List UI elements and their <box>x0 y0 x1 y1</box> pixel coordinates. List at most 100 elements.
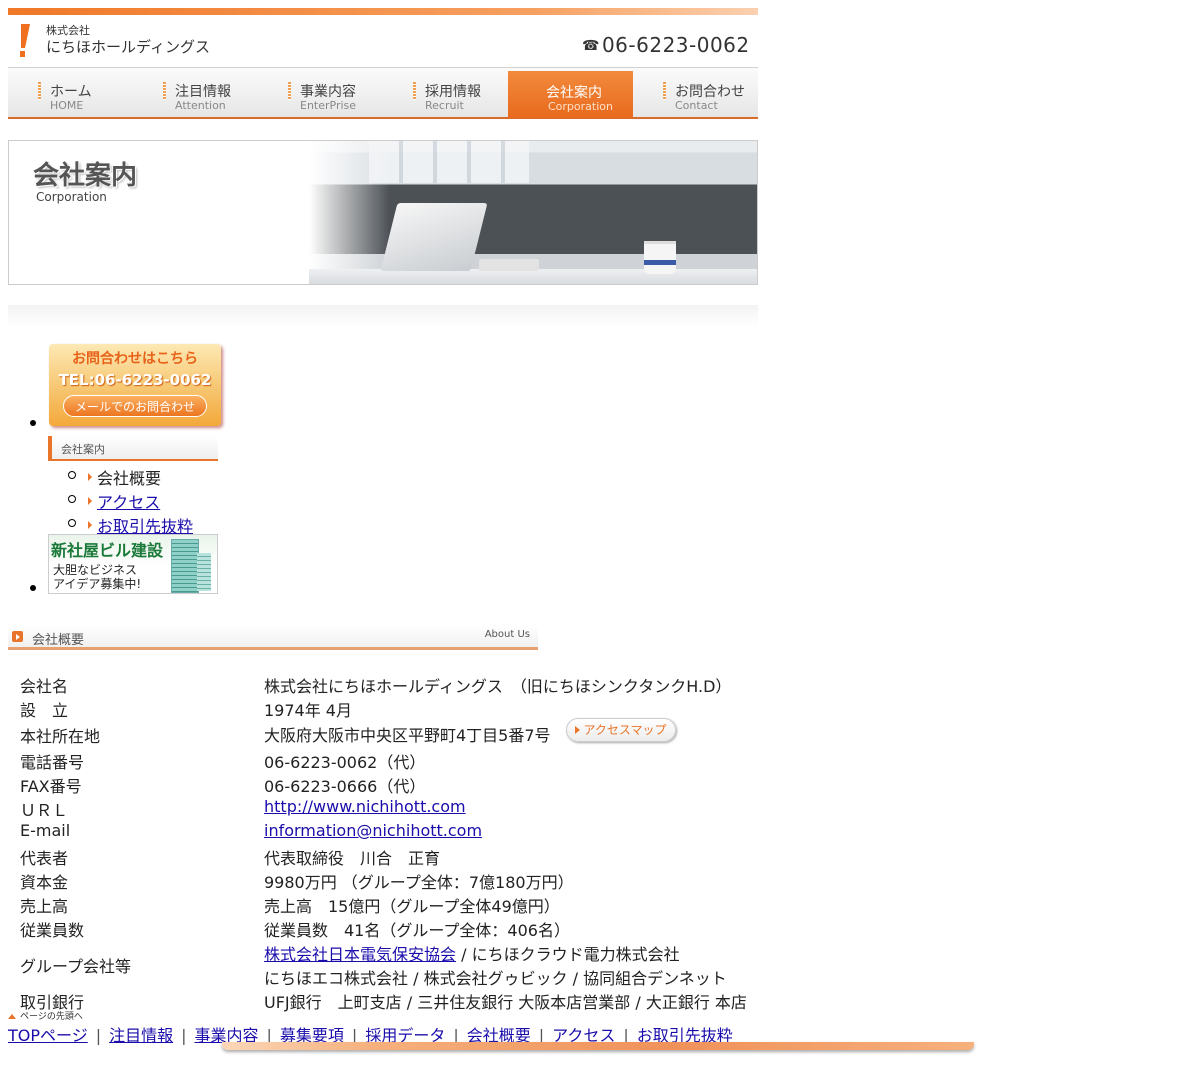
sidebar-item-access[interactable]: アクセス <box>97 489 160 513</box>
group-company-rest: / にちほクラウド電力株式会社 <box>456 945 680 964</box>
logo-main-text: にちほホールディングス <box>46 38 210 56</box>
access-map-label: アクセスマップ <box>583 723 667 737</box>
coffee-cup-icon <box>644 241 676 274</box>
contact-banner-tel: TEL:06-6223-0062 <box>58 371 212 389</box>
banner-line-1: 大胆なビジネス <box>53 563 138 577</box>
page-top-label: ページの先頭へ <box>20 1012 83 1022</box>
nav-divider-icon <box>413 82 416 100</box>
arrow-right-icon <box>88 473 92 481</box>
arrow-right-icon <box>88 521 92 529</box>
top-accent-bar <box>8 8 758 15</box>
about-heading-en: About Us <box>484 629 530 640</box>
hero-banner: 会社案内 Corporation <box>8 140 758 285</box>
header-phone-number: 06-6223-0062 <box>601 33 750 57</box>
contact-banner[interactable]: お問合わせはこちら TEL:06-6223-0062 メールでのお問合わせ <box>49 344 221 426</box>
row-label-group: グループ会社等 <box>20 957 132 976</box>
group-company-link[interactable]: 株式会社日本電気保安協会 <box>264 945 456 964</box>
row-label-email: E-mail <box>20 821 71 840</box>
row-value-group-line1: 株式会社日本電気保安協会 / にちほクラウド電力株式会社 <box>264 941 680 965</box>
sidebar-section-title-text: 会社案内 <box>61 443 105 456</box>
list-bullet <box>30 585 36 591</box>
footer-separator: | <box>181 1026 187 1045</box>
nav-attention-sublabel: Attention <box>175 99 226 112</box>
nav-enterprise-sublabel: EnterPrise <box>300 99 357 112</box>
row-value-email-link[interactable]: information@nichihott.com <box>264 821 482 840</box>
nav-recruit-label: 採用情報 <box>425 84 481 100</box>
main-nav: ホーム HOME 注目情報 Attention 事業内容 EnterPrise 採用情… <box>8 67 758 119</box>
banner-text: 大胆なビジネス アイデア募集中! <box>53 563 141 591</box>
row-value-company: 株式会社にちほホールディングス （旧にちほシンクタンクH.D） <box>264 677 732 696</box>
window-blinds <box>369 141 529 183</box>
nav-contact[interactable]: お問合わせ Contact <box>633 68 758 117</box>
nav-divider-icon <box>288 82 291 100</box>
list-bullet <box>30 420 36 426</box>
banner-title: 新社屋ビル建設 <box>51 541 164 560</box>
footer-link-top[interactable]: TOPページ <box>8 1026 88 1045</box>
nav-home[interactable]: ホーム HOME <box>8 68 133 117</box>
row-label-capital: 資本金 <box>20 873 69 892</box>
laptop-icon <box>380 203 488 271</box>
nav-corporation-sublabel: Corporation <box>548 100 613 113</box>
row-value-bank: UFJ銀行 上町支店 / 三井住友銀行 大阪本店営業部 / 大正銀行 本店 <box>264 993 747 1012</box>
row-value-fax: 06-6223-0666（代） <box>264 777 426 796</box>
nav-home-label: ホーム <box>50 84 92 100</box>
row-value-address: 大阪府大阪市中央区平野町4丁目5番7号 <box>264 726 551 745</box>
building-icon <box>171 539 199 593</box>
company-logo[interactable]: 株式会社 にちほホールディングス <box>18 22 238 58</box>
nav-home-sublabel: HOME <box>50 99 84 112</box>
access-map-button[interactable]: アクセスマップ <box>566 718 676 742</box>
building-icon <box>197 553 211 591</box>
page-title: 会社案内 <box>33 161 138 191</box>
cup-band <box>644 260 676 265</box>
section-shade <box>8 305 758 327</box>
row-label-phone: 電話番号 <box>20 753 85 772</box>
sub-bullet <box>68 519 76 527</box>
nav-attention[interactable]: 注目情報 Attention <box>133 68 258 117</box>
nav-enterprise[interactable]: 事業内容 EnterPrise <box>258 68 383 117</box>
desk <box>309 269 757 284</box>
laptop-base <box>479 259 539 271</box>
office-photo <box>309 141 757 284</box>
row-label-founded: 設 立 <box>20 701 69 720</box>
nav-contact-sublabel: Contact <box>675 99 718 112</box>
nav-corporation-label: 会社案内 <box>546 85 602 101</box>
row-label-fax: FAX番号 <box>20 777 82 796</box>
contact-banner-heading: お問合わせはこちら <box>72 351 198 367</box>
sidebar-section-title: 会社案内 <box>48 436 218 461</box>
footer-accent-bar <box>222 1042 974 1050</box>
footer-link-attention[interactable]: 注目情報 <box>109 1026 173 1045</box>
row-label-address: 本社所在地 <box>20 727 101 746</box>
row-value-group-line2: にちほエコ株式会社 / 株式会社グゥビック / 協同組合デンネット <box>264 969 727 988</box>
row-label-company: 会社名 <box>20 677 69 696</box>
row-value-phone: 06-6223-0062（代） <box>264 753 426 772</box>
row-value-sales: 売上高 15億円（グループ全体49億円） <box>264 897 560 916</box>
sidebar-item-overview[interactable]: 会社概要 <box>97 465 161 489</box>
sub-bullet <box>68 495 76 503</box>
new-building-banner[interactable]: 新社屋ビル建設 大胆なビジネス アイデア募集中! <box>48 534 218 594</box>
logo-mark-icon <box>20 24 30 57</box>
arrow-up-icon <box>8 1014 16 1019</box>
row-label-url: ＵＲＬ <box>20 801 69 820</box>
nav-enterprise-label: 事業内容 <box>300 84 356 100</box>
nav-divider-icon <box>663 82 666 100</box>
nav-divider-icon <box>163 82 166 100</box>
logo-small-text: 株式会社 <box>46 24 90 37</box>
arrow-right-icon <box>575 726 581 734</box>
row-value-founded: 1974年 4月 <box>264 701 352 720</box>
nav-recruit-sublabel: Recruit <box>425 99 464 112</box>
nav-corporation[interactable]: 会社案内 Corporation <box>508 71 633 118</box>
row-value-url-link[interactable]: http://www.nichihott.com <box>264 797 466 816</box>
play-icon <box>12 631 23 642</box>
about-section-heading: 会社概要 About Us <box>8 626 538 650</box>
header-phone: ☎ 06-6223-0062 <box>582 33 750 57</box>
row-label-representative: 代表者 <box>20 849 69 868</box>
nav-recruit[interactable]: 採用情報 Recruit <box>383 68 508 117</box>
mail-contact-button[interactable]: メールでのお問合わせ <box>63 395 207 417</box>
row-value-representative: 代表取締役 川合 正育 <box>264 849 441 868</box>
page-top-link[interactable]: ページの先頭へ <box>8 1009 83 1022</box>
page-subtitle: Corporation <box>36 190 107 204</box>
arrow-right-icon <box>88 497 92 505</box>
row-value-capital: 9980万円 （グループ全体：7億180万円） <box>264 873 574 892</box>
phone-icon: ☎ <box>582 38 600 54</box>
footer-separator: | <box>95 1026 102 1045</box>
